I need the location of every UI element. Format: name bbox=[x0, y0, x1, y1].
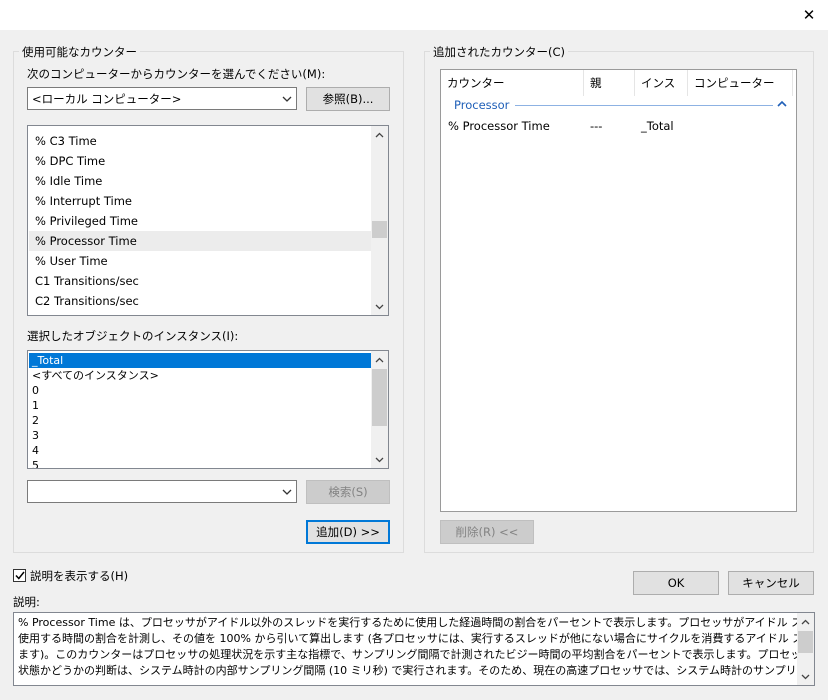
instance-list-item[interactable]: 3 bbox=[29, 428, 371, 443]
counter-list-item[interactable]: % C3 Time bbox=[29, 131, 372, 151]
remove-button-label: 削除(R) << bbox=[455, 525, 519, 539]
counter-list-scroll-thumb[interactable] bbox=[372, 221, 387, 238]
instances-label: 選択したオブジェクトのインスタンス(I): bbox=[27, 329, 239, 343]
counter-list-item[interactable]: % Interrupt Time bbox=[29, 191, 372, 211]
browse-button-label: 参照(B)... bbox=[322, 92, 374, 106]
ok-button-label: OK bbox=[667, 576, 685, 590]
counter-list-item-selected[interactable]: % Processor Time bbox=[29, 231, 372, 251]
description-scrollbar[interactable] bbox=[797, 613, 814, 685]
description-text: % Processor Time は、プロセッサがアイドル以外のスレッドを実行す… bbox=[18, 615, 815, 679]
cancel-button[interactable]: キャンセル bbox=[728, 571, 814, 595]
description-line: 使用する時間の割合を計測し、その値を 100% から引いて算出します (各プロセ… bbox=[18, 632, 815, 645]
description-line: ます)。このカウンターはプロセッサの処理状況を示す主な指標で、サンプリング間隔で… bbox=[18, 648, 815, 661]
counter-list-item[interactable]: % DPC Time bbox=[29, 151, 372, 171]
search-button-label: 検索(S) bbox=[328, 485, 368, 499]
remove-button[interactable]: 削除(R) << bbox=[440, 520, 534, 544]
counter-list-item[interactable]: % Privileged Time bbox=[29, 211, 372, 231]
search-combo[interactable] bbox=[27, 480, 297, 503]
added-counters-legend: 追加されたカウンター(C) bbox=[430, 44, 569, 60]
title-bar bbox=[0, 0, 828, 31]
counter-list[interactable]: % C3 Time % DPC Time % Idle Time % Inter… bbox=[27, 125, 389, 316]
added-row-instance: _Total bbox=[641, 119, 674, 133]
counter-list-item[interactable]: % Idle Time bbox=[29, 171, 372, 191]
instance-list-scrollbar[interactable] bbox=[371, 351, 388, 468]
instance-list-item[interactable]: 5 bbox=[29, 458, 371, 468]
computer-select-value: <ローカル コンピューター> bbox=[32, 91, 182, 106]
instance-list-scroll-thumb[interactable] bbox=[372, 369, 387, 426]
instance-list-item[interactable]: 0 bbox=[29, 383, 371, 398]
counter-list-item[interactable]: % User Time bbox=[29, 251, 372, 271]
column-header-instance[interactable]: インス bbox=[635, 70, 688, 96]
search-button[interactable]: 検索(S) bbox=[306, 480, 390, 504]
description-line: 状態かどうかの判断は、システム時計の内部サンプリング間隔 (10 ミリ秒) で実… bbox=[18, 664, 815, 677]
close-icon: ✕ bbox=[802, 6, 816, 24]
counter-list-scrollbar[interactable] bbox=[371, 126, 388, 315]
counter-list-item[interactable]: C1 Transitions/sec bbox=[29, 271, 372, 291]
scroll-down-icon[interactable] bbox=[371, 298, 388, 315]
group-header-divider bbox=[515, 105, 773, 106]
add-button-label: 追加(D) >> bbox=[316, 525, 380, 539]
counter-list-item[interactable]: C2 Transitions/sec bbox=[29, 291, 372, 311]
chevron-down-icon bbox=[282, 489, 292, 495]
column-header-counter[interactable]: カウンター bbox=[441, 70, 584, 96]
description-box[interactable]: % Processor Time は、プロセッサがアイドル以外のスレッドを実行す… bbox=[13, 612, 815, 686]
add-button[interactable]: 追加(D) >> bbox=[306, 520, 390, 544]
instance-list[interactable]: _Total <すべてのインスタンス> 0 1 2 3 4 5 bbox=[27, 350, 389, 469]
added-counters-list[interactable]: カウンター 親 インス コンピューター Processor % Processo… bbox=[440, 69, 797, 512]
show-description-checkbox[interactable] bbox=[13, 569, 26, 582]
instance-list-item[interactable]: <すべてのインスタンス> bbox=[29, 368, 371, 383]
show-description-label[interactable]: 説明を表示する(H) bbox=[30, 568, 128, 584]
scroll-down-icon[interactable] bbox=[371, 451, 388, 468]
collapse-chevron-icon[interactable] bbox=[777, 100, 787, 108]
added-row-parent: --- bbox=[590, 119, 603, 133]
column-header-parent[interactable]: 親 bbox=[584, 70, 635, 96]
ok-button[interactable]: OK bbox=[633, 571, 719, 595]
scroll-up-icon[interactable] bbox=[371, 351, 388, 368]
close-button[interactable]: ✕ bbox=[794, 2, 824, 28]
checkmark-icon bbox=[14, 571, 25, 580]
scroll-down-icon[interactable] bbox=[797, 668, 814, 685]
instance-list-item-selected[interactable]: _Total bbox=[29, 353, 371, 368]
available-counters-legend: 使用可能なカウンター bbox=[19, 44, 140, 60]
description-scroll-thumb[interactable] bbox=[798, 631, 813, 653]
column-header-computer[interactable]: コンピューター bbox=[688, 70, 793, 96]
instance-list-item[interactable]: 4 bbox=[29, 443, 371, 458]
description-label: 説明: bbox=[13, 595, 40, 609]
computer-select[interactable]: <ローカル コンピューター> bbox=[27, 87, 297, 110]
scroll-up-icon[interactable] bbox=[371, 126, 388, 143]
cancel-button-label: キャンセル bbox=[742, 576, 800, 590]
browse-button[interactable]: 参照(B)... bbox=[306, 87, 390, 111]
description-line: % Processor Time は、プロセッサがアイドル以外のスレッドを実行す… bbox=[18, 616, 815, 629]
added-row-counter[interactable]: % Processor Time bbox=[448, 119, 550, 133]
instance-list-item[interactable]: 1 bbox=[29, 398, 371, 413]
chevron-down-icon bbox=[282, 96, 292, 102]
instance-list-item[interactable]: 2 bbox=[29, 413, 371, 428]
scroll-up-icon[interactable] bbox=[797, 613, 814, 630]
computer-label: 次のコンピューターからカウンターを選んでください(M): bbox=[27, 67, 326, 81]
group-header-processor[interactable]: Processor bbox=[454, 98, 509, 112]
